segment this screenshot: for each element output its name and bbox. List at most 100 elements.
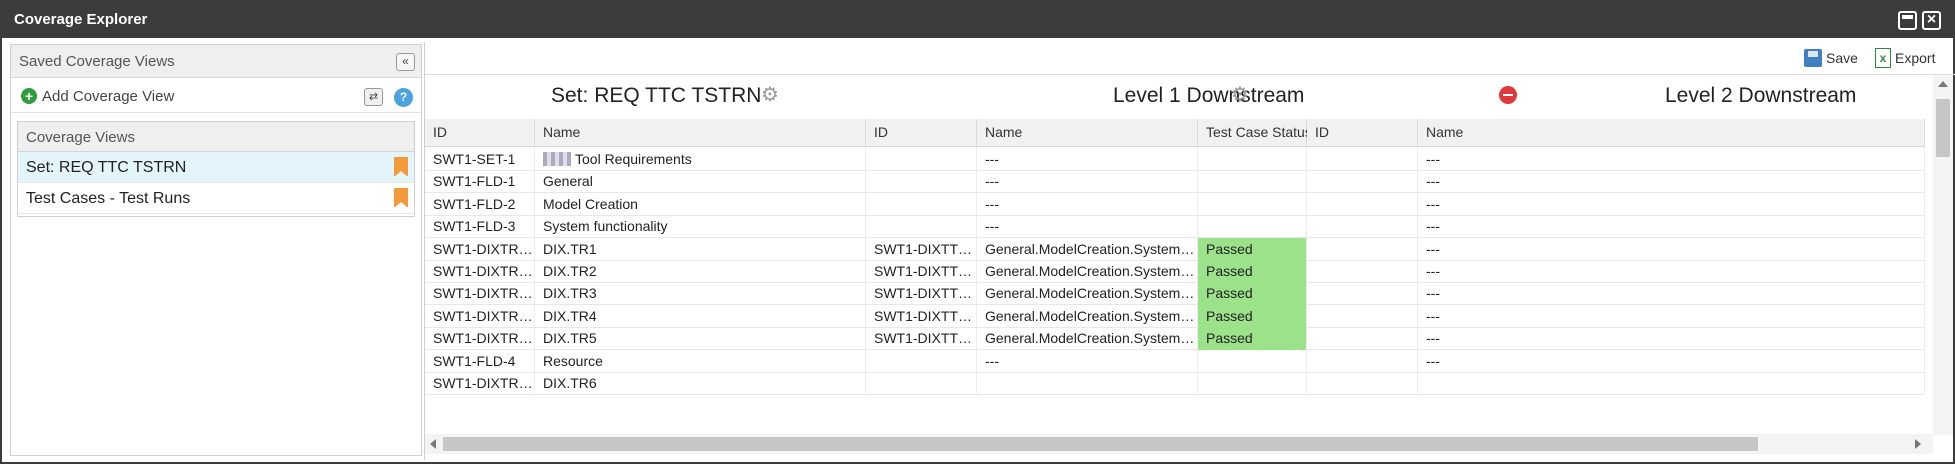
cell-level1-id: SWT1-DIXTTC-1	[866, 260, 977, 283]
cell-set-name: Tool Requirements	[535, 148, 866, 171]
cell-level2-name	[1418, 372, 1925, 395]
cell-level1-id	[866, 148, 977, 171]
excel-export-icon[interactable]: x	[1875, 48, 1891, 68]
coverage-views-list: Coverage Views Set: REQ TTC TSTRN Test C…	[17, 121, 415, 217]
cell-set-name: DIX.TR2	[535, 260, 866, 283]
help-icon[interactable]: ?	[394, 88, 413, 107]
cell-level2-name: ---	[1418, 349, 1925, 373]
cell-test-case-status: Passed	[1198, 282, 1307, 306]
coverage-table: ID Name ID Name Test Case Status ID Name SWT1-S…	[425, 119, 1925, 429]
gear-icon[interactable]: ⚙	[1231, 85, 1251, 105]
cell-test-case-status: Passed	[1198, 327, 1307, 351]
scroll-right-icon[interactable]	[1915, 439, 1921, 449]
cell-level1-id	[866, 372, 977, 395]
cell-level1-id: SWT1-DIXTTC-1	[866, 237, 977, 261]
cell-test-case-status: Passed	[1198, 304, 1307, 328]
column-header-set-id[interactable]: ID	[425, 119, 535, 147]
table-row[interactable]: SWT1-DIXTRE... DIX.TR2 SWT1-DIXTTC-1 Genera…	[425, 260, 1925, 283]
cell-set-name: DIX.TR5	[535, 327, 866, 351]
cell-set-id: SWT1-DIXTRE...	[425, 304, 535, 328]
table-row[interactable]: SWT1-DIXTRE... DIX.TR4 SWT1-DIXTTC-1 Genera…	[425, 304, 1925, 328]
cell-test-case-status	[1198, 192, 1307, 216]
saved-views-header: Saved Coverage Views «	[11, 45, 421, 78]
cell-test-case-status	[1198, 148, 1307, 171]
close-icon[interactable]: ×	[1922, 11, 1941, 30]
cell-test-case-status	[1198, 170, 1307, 194]
cell-level2-id	[1307, 372, 1418, 395]
add-coverage-view-label: Add Coverage View	[42, 88, 175, 105]
cell-level1-name: ---	[977, 170, 1198, 194]
cell-level1-name	[977, 372, 1198, 395]
cell-set-id: SWT1-FLD-1	[425, 170, 535, 194]
column-header-set-name[interactable]: Name	[535, 119, 866, 147]
level2-section-title: Level 2 Downstream	[1665, 84, 1857, 107]
cell-level2-id	[1307, 215, 1418, 239]
cell-set-id: SWT1-FLD-2	[425, 192, 535, 216]
table-row[interactable]: SWT1-DIXTRE... DIX.TR3 SWT1-DIXTTC-1 Genera…	[425, 282, 1925, 306]
cell-level2-id	[1307, 282, 1418, 306]
refresh-icon[interactable]: ⇄	[364, 88, 383, 106]
cell-level1-id	[866, 192, 977, 216]
cell-level2-id	[1307, 170, 1418, 194]
column-header-level2-name[interactable]: Name	[1418, 119, 1925, 147]
scroll-left-icon[interactable]	[430, 439, 436, 449]
table-row[interactable]: SWT1-SET-1 Tool Requirements --- ---	[425, 148, 1925, 171]
cell-level1-name: ---	[977, 148, 1198, 171]
coverage-explorer-window: Coverage Explorer × Saved Coverage Views…	[0, 0, 1955, 464]
save-button[interactable]: Save	[1826, 50, 1858, 66]
column-header-test-case-status[interactable]: Test Case Status	[1198, 119, 1312, 147]
column-header-level2-id[interactable]: ID	[1307, 119, 1418, 147]
cell-level1-id	[866, 349, 977, 373]
title-bar: Coverage Explorer ×	[2, 2, 1953, 38]
cell-set-name: Resource	[535, 349, 866, 373]
coverage-views-header: Coverage Views	[18, 122, 414, 152]
cell-level2-name: ---	[1418, 170, 1925, 194]
vertical-scrollbar[interactable]	[1933, 75, 1953, 435]
collapse-panel-icon[interactable]: «	[396, 53, 415, 71]
remove-level-icon[interactable]	[1499, 86, 1517, 104]
cell-level2-name: ---	[1418, 148, 1925, 171]
cell-set-id: SWT1-DIXTRE...	[425, 327, 535, 351]
table-row[interactable]: SWT1-FLD-3 System functionality --- ---	[425, 215, 1925, 239]
maximize-icon[interactable]	[1898, 11, 1917, 30]
cell-level2-name: ---	[1418, 237, 1925, 261]
horizontal-scroll-thumb[interactable]	[443, 437, 1758, 451]
cell-level2-name: ---	[1418, 215, 1925, 239]
cell-level2-name: ---	[1418, 192, 1925, 216]
cell-level1-name: ---	[977, 349, 1198, 373]
horizontal-scrollbar[interactable]	[425, 434, 1933, 454]
cell-level2-id	[1307, 237, 1418, 261]
cell-set-id: SWT1-DIXTRE...	[425, 372, 535, 395]
add-coverage-view-button[interactable]: + Add Coverage View ⇄ ?	[11, 79, 421, 113]
cell-level1-id: SWT1-DIXTTC-1	[866, 327, 977, 351]
cell-set-id: SWT1-FLD-4	[425, 349, 535, 373]
coverage-view-item[interactable]: Set: REQ TTC TSTRN	[18, 152, 414, 183]
cell-text: Tool Requirements	[575, 151, 692, 167]
cell-level1-name: ---	[977, 215, 1198, 239]
cell-set-id: SWT1-DIXTRE...	[425, 260, 535, 283]
cell-set-id: SWT1-FLD-3	[425, 215, 535, 239]
table-row[interactable]: SWT1-FLD-4 Resource --- ---	[425, 349, 1925, 373]
table-row[interactable]: SWT1-FLD-1 General --- ---	[425, 170, 1925, 194]
gear-icon[interactable]: ⚙	[761, 85, 781, 105]
column-header-level1-id[interactable]: ID	[866, 119, 977, 147]
cell-level2-name: ---	[1418, 327, 1925, 351]
vertical-scroll-thumb[interactable]	[1936, 99, 1950, 157]
cell-level1-name: General.ModelCreation.SystemFunc...	[977, 282, 1198, 306]
plus-circle-icon: +	[21, 88, 37, 104]
table-row[interactable]: SWT1-DIXTRE... DIX.TR6	[425, 372, 1925, 395]
column-header-level1-name[interactable]: Name	[977, 119, 1198, 147]
bookmark-icon[interactable]	[394, 188, 408, 208]
coverage-view-item[interactable]: Test Cases - Test Runs	[18, 183, 414, 214]
cell-set-id: SWT1-DIXTRE...	[425, 237, 535, 261]
scroll-up-icon[interactable]	[1938, 81, 1948, 87]
cell-level1-id: SWT1-DIXTTC-1	[866, 304, 977, 328]
cell-level1-name: General.ModelCreation.SystemFunc...	[977, 260, 1198, 283]
cell-set-name: DIX.TR1	[535, 237, 866, 261]
table-row[interactable]: SWT1-FLD-2 Model Creation --- ---	[425, 192, 1925, 216]
save-icon[interactable]	[1804, 49, 1822, 67]
bookmark-icon[interactable]	[394, 157, 408, 177]
export-button[interactable]: Export	[1895, 50, 1935, 66]
table-row[interactable]: SWT1-DIXTRE... DIX.TR1 SWT1-DIXTTC-1 Genera…	[425, 237, 1925, 261]
table-row[interactable]: SWT1-DIXTRE... DIX.TR5 SWT1-DIXTTC-1 Genera…	[425, 327, 1925, 351]
